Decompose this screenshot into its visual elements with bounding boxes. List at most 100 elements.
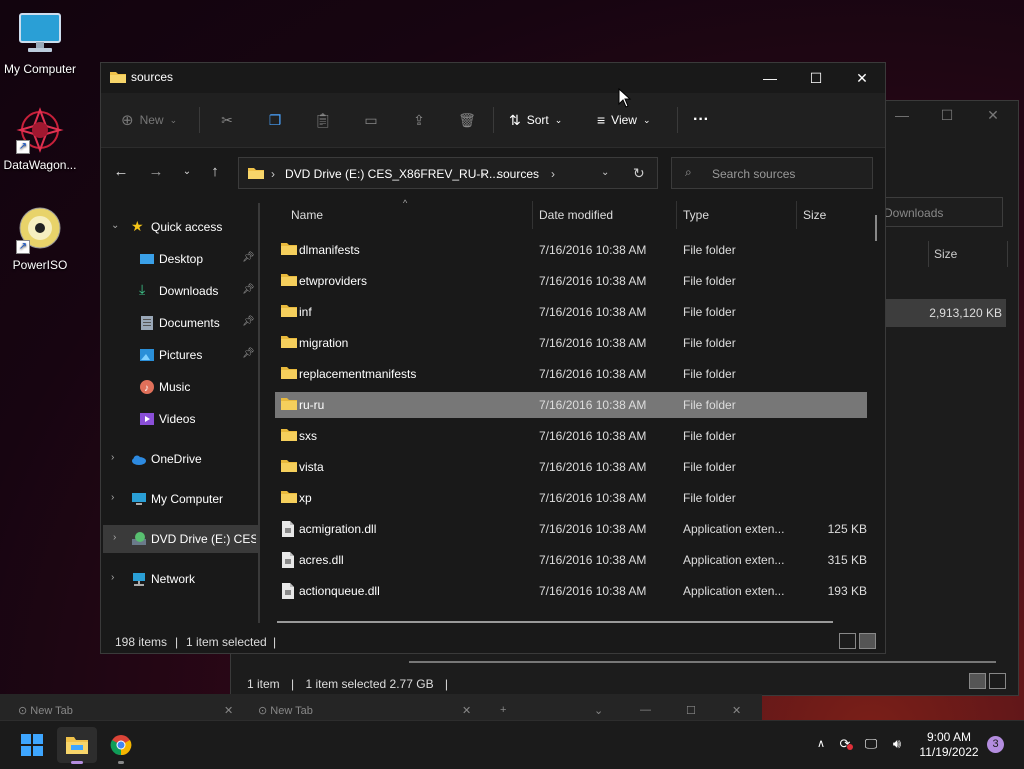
status-separator: | [444, 677, 449, 691]
nav-item-music[interactable]: ♪ Music [101, 373, 261, 401]
clock[interactable]: 9:00 AM 11/19/2022 [906, 730, 992, 760]
maximize-button[interactable]: ☐ [932, 107, 962, 127]
status-separator: | [175, 635, 179, 649]
start-button[interactable] [12, 727, 52, 763]
explorer-window[interactable]: sources — ☐ ✕ ⊕ New ⌄ ✂ ❐ 📋︎ ▭ ⇪ 🗑︎ ⇅ So… [100, 62, 886, 654]
copy-icon[interactable]: ❐ [265, 110, 285, 130]
nav-item-quick-access[interactable]: ⌄ ★ Quick access [101, 213, 261, 241]
tiles-view-button[interactable] [989, 673, 1006, 689]
view-button[interactable]: ≡ View ⌄ [597, 110, 651, 130]
address-bar[interactable]: › DVD Drive (E:) CES_X86FREV_RU-R... › s… [238, 157, 658, 189]
breadcrumb-sources[interactable]: sources [497, 167, 539, 181]
file-size: 125 KB [827, 522, 867, 536]
desktop-icon-my-computer[interactable]: My Computer [0, 10, 80, 76]
address-dropdown-chevron-icon[interactable]: ⌄ [601, 167, 609, 178]
taskbar-chrome-button[interactable] [101, 727, 141, 764]
tab-close-icon[interactable]: ✕ [462, 704, 471, 717]
title-bar[interactable]: sources — ☐ ✕ [101, 63, 885, 93]
column-header-size[interactable]: Size [803, 208, 826, 222]
download-arrow-icon: ⤓ [139, 281, 146, 297]
rename-icon[interactable]: ▭ [361, 110, 381, 130]
file-row[interactable]: acmigration.dll 7/16/2016 10:38 AM Applica… [275, 516, 867, 542]
search-input[interactable]: ⌕ Search sources [671, 157, 873, 189]
column-separator[interactable] [796, 201, 797, 229]
notification-badge[interactable]: 3 [987, 736, 1004, 753]
minimize-button[interactable]: — [640, 704, 651, 716]
table-row[interactable]: e 2,913,120 KB [871, 299, 1006, 327]
desktop-icon-datawagon[interactable]: ↗ DataWagon... [0, 106, 80, 172]
paste-icon[interactable]: 📋︎ [313, 110, 333, 130]
show-hidden-icons-chevron-icon[interactable]: ∧ [812, 735, 830, 753]
column-header-date-modified[interactable]: Date modified [539, 208, 613, 222]
recent-locations-chevron-icon[interactable]: ⌄ [177, 162, 197, 182]
breadcrumb-dvd-drive[interactable]: DVD Drive (E:) CES_X86FREV_RU-R... [285, 167, 499, 181]
close-button[interactable]: ✕ [732, 704, 741, 717]
view-toggles [969, 673, 1006, 689]
details-view-button[interactable] [839, 633, 856, 649]
minimize-button[interactable]: — [747, 63, 793, 93]
sync-icon[interactable]: ⟳ [836, 735, 854, 753]
file-icon [281, 521, 297, 537]
column-separator[interactable] [532, 201, 533, 229]
delete-icon[interactable]: 🗑︎ [457, 110, 477, 130]
nav-item-dvd-drive[interactable]: › DVD Drive (E:) CES_X86FREV [103, 525, 258, 553]
file-row[interactable]: sxs 7/16/2016 10:38 AM File folder [275, 423, 867, 449]
file-row[interactable]: dlmanifests 7/16/2016 10:38 AM File folder [275, 237, 867, 263]
share-icon[interactable]: ⇪ [409, 110, 429, 130]
file-row[interactable]: migration 7/16/2016 10:38 AM File folder [275, 330, 867, 356]
file-row[interactable]: etwproviders 7/16/2016 10:38 AM File folde… [275, 268, 867, 294]
network-monitor-icon[interactable]: 🖵︎ [862, 735, 880, 753]
column-header-size[interactable]: Size [934, 247, 957, 261]
search-input[interactable]: Downloads [879, 197, 1003, 227]
browser-tab[interactable]: ⊙ New Tab [258, 704, 313, 717]
file-row[interactable]: actionqueue.dll 7/16/2016 10:38 AM Applica… [275, 578, 867, 604]
new-tab-plus-icon[interactable]: + [500, 704, 506, 716]
file-date-modified: 7/16/2016 10:38 AM [539, 398, 647, 412]
vertical-scrollbar-thumb[interactable] [875, 215, 877, 241]
column-header-type[interactable]: Type [683, 208, 709, 222]
more-options-button[interactable]: ··· [693, 110, 709, 130]
desktop-icon-poweriso[interactable]: ↗ PowerISO [0, 206, 80, 272]
volume-icon[interactable]: 🔊︎ [888, 735, 906, 753]
nav-item-onedrive[interactable]: › OneDrive [101, 445, 261, 473]
navigation-pane-scrollbar[interactable] [258, 203, 260, 623]
nav-item-my-computer[interactable]: › My Computer [101, 485, 261, 513]
details-view-button[interactable] [969, 673, 986, 689]
file-row[interactable]: vista 7/16/2016 10:38 AM File folder [275, 454, 867, 480]
cut-icon[interactable]: ✂ [217, 110, 237, 130]
chevron-down-icon[interactable]: ⌄ [594, 704, 603, 717]
nav-item-pictures[interactable]: Pictures 📌︎ [101, 341, 261, 369]
file-row[interactable]: xp 7/16/2016 10:38 AM File folder [275, 485, 867, 511]
column-header-name[interactable]: Name [291, 208, 323, 222]
sort-button[interactable]: ⇅ Sort ⌄ [509, 110, 562, 130]
taskbar-file-explorer-button[interactable] [57, 727, 97, 764]
close-button[interactable]: ✕ [978, 107, 1008, 127]
nav-item-downloads[interactable]: ⤓ Downloads 📌︎ [101, 277, 261, 305]
browser-tab[interactable]: ⊙ New Tab [18, 704, 73, 717]
minimize-button[interactable]: — [887, 107, 917, 127]
tiles-view-button[interactable] [859, 633, 876, 649]
nav-item-desktop[interactable]: Desktop 📌︎ [101, 245, 261, 273]
up-arrow-icon[interactable]: ↑ [205, 162, 225, 182]
maximize-button[interactable]: ☐ [793, 63, 839, 93]
nav-item-network[interactable]: › Network [101, 565, 261, 593]
back-arrow-icon[interactable]: ← [111, 162, 131, 182]
close-button[interactable]: ✕ [839, 63, 885, 93]
file-row[interactable]: acres.dll 7/16/2016 10:38 AM Application e… [275, 547, 867, 573]
horizontal-scrollbar[interactable] [409, 661, 996, 663]
file-row[interactable]: inf 7/16/2016 10:38 AM File folder [275, 299, 867, 325]
refresh-icon[interactable]: ↻ [633, 165, 645, 182]
file-row[interactable]: replacementmanifests 7/16/2016 10:38 AM Fi… [275, 361, 867, 387]
nav-item-documents[interactable]: Documents 📌︎ [101, 309, 261, 337]
column-separator[interactable] [676, 201, 677, 229]
folder-icon [109, 70, 127, 87]
nav-item-label: Videos [159, 412, 196, 426]
tab-close-icon[interactable]: ✕ [224, 704, 233, 717]
forward-arrow-icon[interactable]: → [146, 162, 166, 182]
windows-logo-icon [21, 734, 43, 756]
nav-item-videos[interactable]: Videos [101, 405, 261, 433]
maximize-button[interactable]: ☐ [686, 704, 696, 717]
horizontal-scrollbar-thumb[interactable] [277, 621, 833, 623]
file-row[interactable]: ru-ru 7/16/2016 10:38 AM File folder [275, 392, 867, 418]
new-button[interactable]: ⊕ New ⌄ [121, 110, 177, 130]
